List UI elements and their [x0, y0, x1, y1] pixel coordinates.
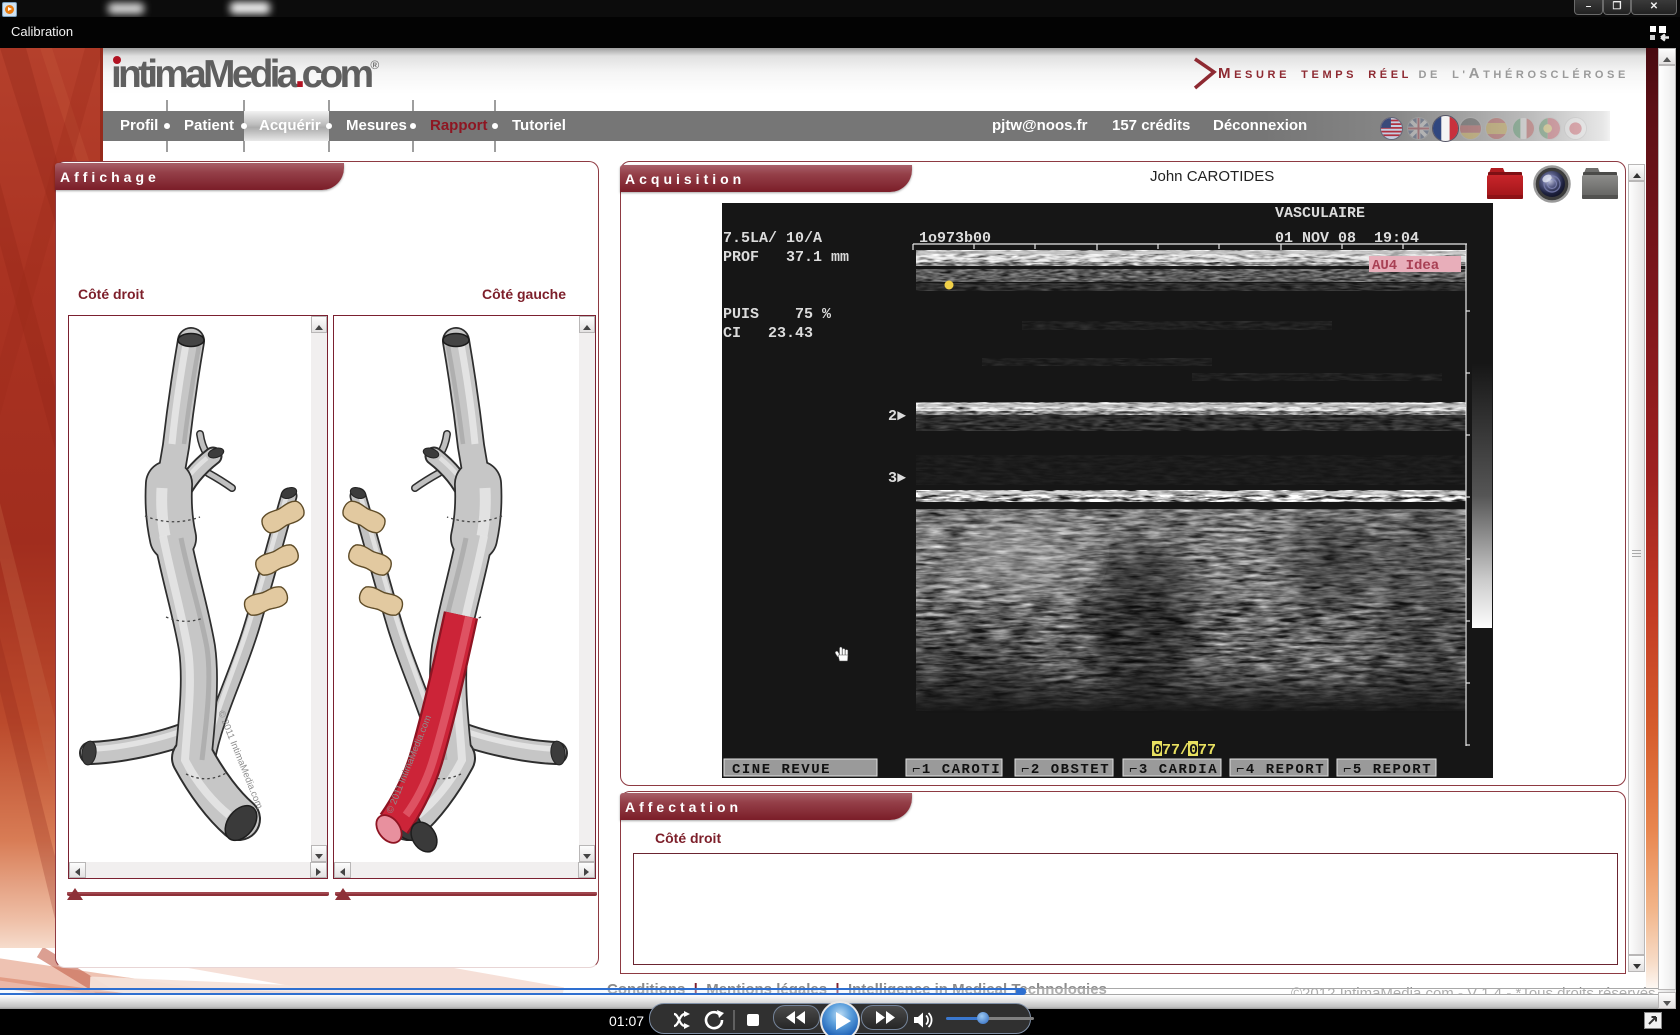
svg-text:0: 0 — [1153, 742, 1162, 759]
svg-text:CI 23.43: CI 23.43 — [723, 325, 813, 342]
svg-text:⌐2 OBSTET: ⌐2 OBSTET — [1021, 762, 1110, 778]
svg-text:AU4 Idea: AU4 Idea — [1372, 258, 1440, 274]
svg-text:1o973b00: 1o973b00 — [919, 230, 991, 247]
svg-text:2►: 2► — [888, 408, 906, 425]
svg-text:⌐4 REPORT: ⌐4 REPORT — [1236, 762, 1325, 778]
svg-text:PUIS 75 %: PUIS 75 % — [723, 306, 832, 323]
svg-text:077/077: 077/077 — [1153, 742, 1216, 759]
svg-text:⌐1 CAROTI: ⌐1 CAROTI — [912, 762, 1001, 778]
svg-text:0: 0 — [1189, 742, 1198, 759]
svg-text:7.5LA/ 10/A: 7.5LA/ 10/A — [723, 230, 822, 247]
svg-text:01 NOV 08 19:04: 01 NOV 08 19:04 — [1275, 230, 1419, 247]
svg-text:PROF 37.1 mm: PROF 37.1 mm — [723, 249, 849, 266]
svg-text:CINE REVUE: CINE REVUE — [732, 762, 831, 778]
svg-text:⌐5 REPORT: ⌐5 REPORT — [1343, 762, 1432, 778]
svg-text:⌐3 CARDIA: ⌐3 CARDIA — [1129, 762, 1218, 778]
svg-text:VASCULAIRE: VASCULAIRE — [1275, 205, 1365, 222]
svg-text:3►: 3► — [888, 470, 906, 487]
